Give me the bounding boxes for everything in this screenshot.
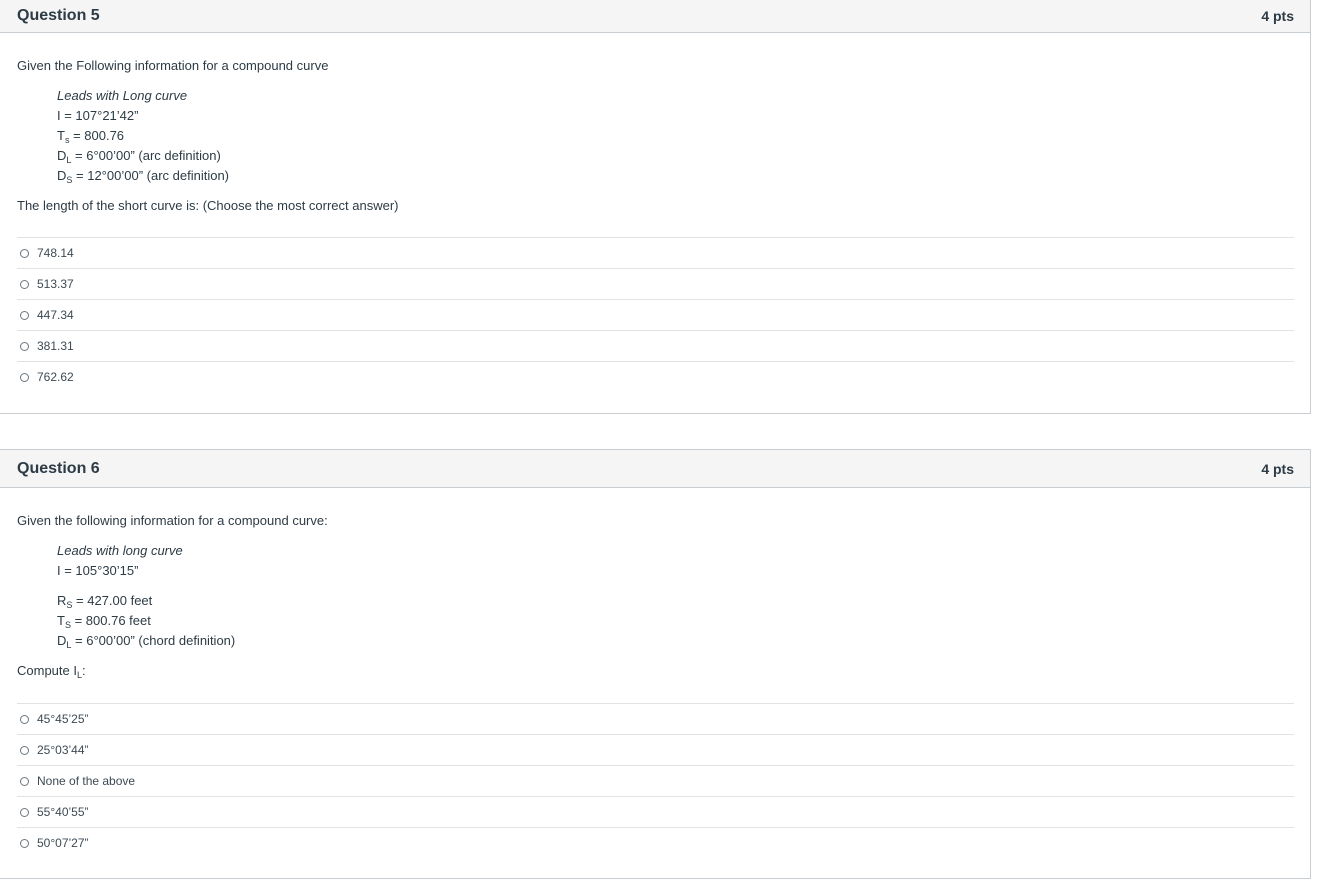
long-degree-curve: DL = 6°00’00” (chord definition): [57, 633, 236, 650]
answer-option[interactable]: 50°07’27”: [17, 827, 1294, 858]
radio-button[interactable]: [20, 372, 29, 382]
radio-button[interactable]: [20, 807, 29, 817]
answer-option[interactable]: 513.37: [17, 268, 1294, 299]
curve-lead-note: Leads with long curve: [57, 543, 183, 558]
long-degree-curve: DL = 6°00’00” (arc definition): [57, 148, 221, 165]
answer-label: 25°03’44”: [37, 743, 89, 757]
question-points: 4 pts: [1261, 8, 1294, 24]
question-points: 4 pts: [1261, 460, 1294, 477]
answer-option[interactable]: 25°03’44”: [17, 734, 1294, 765]
answer-list: 45°45’25” 25°03’44” None of the above 55…: [17, 703, 1294, 858]
radio-button[interactable]: [20, 279, 29, 289]
radio-button[interactable]: [20, 838, 29, 848]
question-header: Question 5 4 pts: [0, 0, 1310, 33]
answer-label: 748.14: [37, 246, 74, 260]
question-prompt: The length of the short curve is: (Choos…: [17, 198, 399, 213]
radio-button[interactable]: [20, 745, 29, 755]
answer-label: 381.31: [37, 339, 74, 353]
radio-button[interactable]: [20, 776, 29, 786]
intersection-angle: I = 107°21’42”: [57, 108, 139, 123]
answer-label: 513.37: [37, 277, 74, 291]
short-degree-curve: DS = 12°00’00” (arc definition): [57, 168, 229, 185]
answer-option[interactable]: 55°40’55”: [17, 796, 1294, 827]
radio-button[interactable]: [20, 248, 29, 258]
radio-button[interactable]: [20, 310, 29, 320]
intersection-angle: I = 105°30’15”: [57, 563, 139, 578]
answer-option[interactable]: 381.31: [17, 330, 1294, 361]
question-header: Question 6 4 pts: [0, 450, 1310, 488]
question-title: Question 6: [17, 459, 100, 477]
answer-option[interactable]: 748.14: [17, 237, 1294, 268]
question-intro: Given the following information for a co…: [17, 513, 328, 528]
answer-option[interactable]: 447.34: [17, 299, 1294, 330]
answer-label: 55°40’55”: [37, 805, 89, 819]
short-tangent: TS = 800.76 feet: [57, 613, 151, 630]
question-intro: Given the Following information for a co…: [17, 58, 329, 73]
question-prompt: Compute IL:: [17, 663, 86, 680]
answer-option[interactable]: 762.62: [17, 361, 1294, 392]
short-radius: RS = 427.00 feet: [57, 593, 153, 610]
answer-label: 447.34: [37, 308, 74, 322]
radio-button[interactable]: [20, 341, 29, 351]
radio-button[interactable]: [20, 714, 29, 724]
short-tangent: Ts = 800.76: [57, 128, 125, 145]
question-5-card: Question 5 4 pts Given the Following inf…: [0, 0, 1311, 414]
question-6-card: Question 6 4 pts Given the following inf…: [0, 449, 1311, 879]
answer-list: 748.14 513.37 447.34 381.31 762.62: [17, 237, 1294, 392]
answer-option[interactable]: 45°45’25”: [17, 703, 1294, 734]
answer-option[interactable]: None of the above: [17, 765, 1294, 796]
answer-label: 45°45’25”: [37, 712, 89, 726]
answer-label: None of the above: [37, 774, 136, 788]
question-title: Question 5: [17, 7, 100, 24]
answer-label: 762.62: [37, 370, 74, 384]
curve-lead-note: Leads with Long curve: [57, 88, 188, 103]
answer-label: 50°07’27”: [37, 836, 89, 850]
